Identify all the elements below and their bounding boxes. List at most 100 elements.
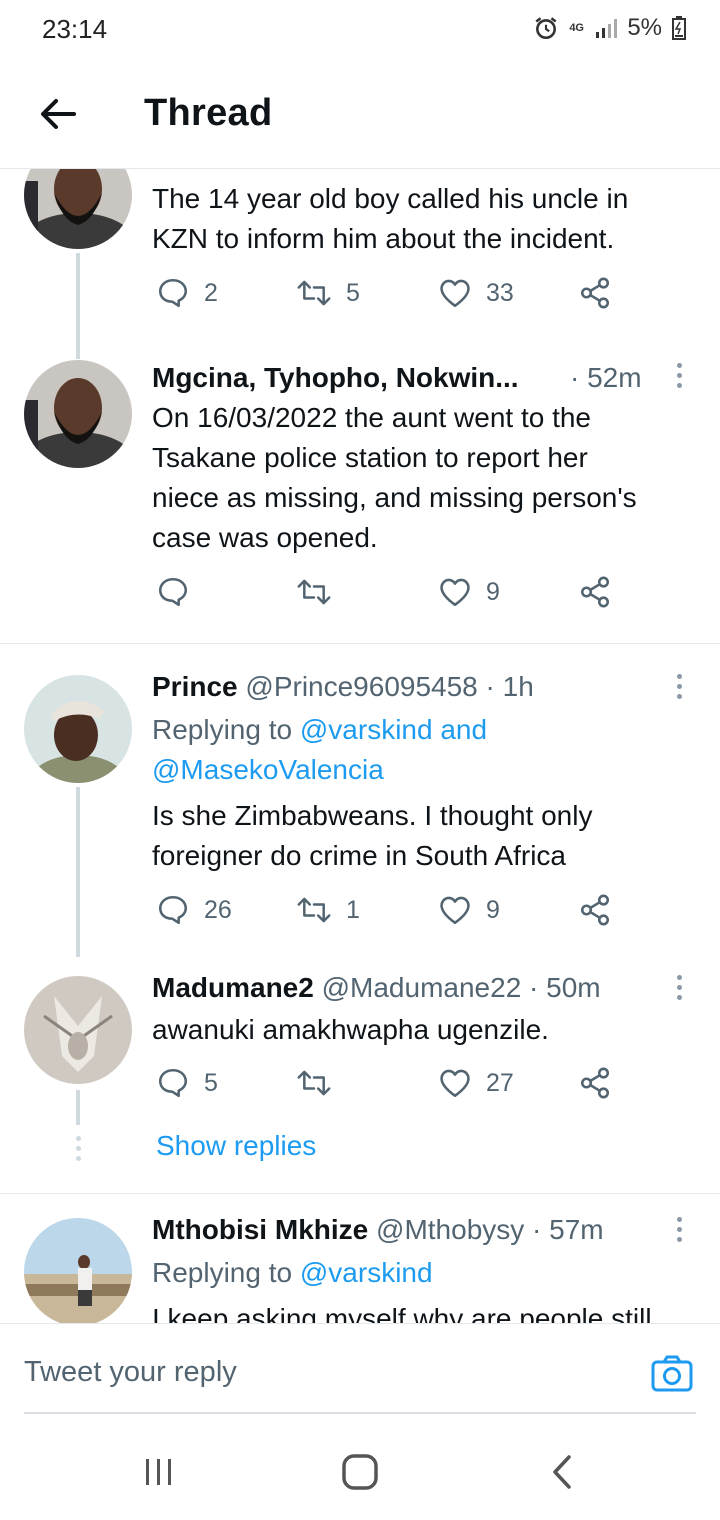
retweet-button[interactable] — [296, 1066, 332, 1100]
share-icon — [580, 1067, 610, 1099]
avatar[interactable] — [24, 675, 132, 783]
tweet-text-line: Tsakane police station to report her — [152, 442, 588, 473]
like-count: 9 — [486, 895, 500, 924]
tweet-text-line: KZN to inform him about the incident. — [152, 223, 615, 254]
thread-line — [76, 253, 80, 359]
reply-icon — [158, 577, 188, 607]
author-handle[interactable]: @Prince96095458 — [245, 671, 477, 702]
retweet-count: 5 — [346, 278, 360, 307]
author-name[interactable]: Mthobisi Mkhize — [152, 1214, 368, 1245]
show-replies-link[interactable]: Show replies — [156, 1130, 316, 1162]
more-options-button[interactable] — [674, 363, 684, 393]
reply-input[interactable]: Tweet your reply — [24, 1356, 237, 1389]
replying-to: Replying to @varskind and — [152, 710, 487, 750]
camera-icon — [651, 1355, 693, 1392]
tweet-text-line: niece as missing, and missing person's — [152, 482, 637, 513]
tweet-actions: 5 27 — [152, 1066, 632, 1106]
mention-link[interactable]: @MasekoValencia — [152, 750, 384, 790]
battery-icon — [672, 16, 686, 40]
share-icon — [580, 576, 610, 608]
page-title: Thread — [144, 92, 273, 134]
nav-back-icon — [553, 1455, 571, 1489]
reply-count: 26 — [204, 895, 232, 924]
like-button[interactable]: 27 — [438, 1066, 514, 1100]
retweet-button[interactable]: 1 — [296, 893, 360, 927]
reply-icon — [158, 278, 188, 308]
tweet-text-line: The 14 year old boy called his uncle in — [152, 183, 629, 214]
reply-button[interactable]: 5 — [156, 1066, 218, 1100]
tweet-actions: 26 1 9 — [152, 893, 632, 933]
retweet-button[interactable] — [296, 575, 332, 609]
tweet-time: · 57m — [532, 1214, 604, 1245]
home-icon — [342, 1454, 378, 1490]
avatar[interactable] — [24, 1218, 132, 1323]
reply-button[interactable]: 26 — [156, 893, 232, 927]
tweet-text-line: awanuki amakhwapha ugenzile. — [152, 1014, 549, 1045]
author-name[interactable]: Prince — [152, 671, 238, 702]
tweet-author[interactable]: Madumane2 @Madumane22 · 50m — [152, 970, 601, 1006]
like-count: 33 — [486, 278, 514, 307]
share-button[interactable] — [578, 276, 612, 310]
author-name[interactable]: Madumane2 — [152, 972, 314, 1003]
more-options-button[interactable] — [674, 975, 684, 1005]
heart-icon — [440, 578, 470, 607]
recent-apps-button[interactable] — [144, 1456, 174, 1493]
network-type: 4G — [569, 21, 584, 34]
reply-button[interactable]: 2 — [156, 276, 218, 310]
author-handle[interactable]: @Mthobysy — [376, 1214, 524, 1245]
tweet-text-line: Is she Zimbabweans. I thought only — [152, 800, 593, 831]
heart-icon — [440, 279, 470, 308]
author-name[interactable]: Mgcina, Tyhopho, Nokwin... — [152, 362, 519, 393]
share-icon — [580, 894, 610, 926]
conversation-divider — [0, 1193, 720, 1194]
compose-underline — [24, 1412, 696, 1414]
tweet-time: · 50m — [529, 972, 601, 1003]
retweet-icon — [297, 280, 331, 306]
reply-icon — [158, 1068, 188, 1098]
recent-apps-icon — [146, 1459, 171, 1485]
tweet-time: · 1h — [485, 671, 534, 702]
avatar[interactable] — [24, 360, 132, 468]
like-button[interactable]: 9 — [438, 575, 500, 609]
back-button[interactable] — [36, 92, 80, 136]
retweet-icon — [297, 897, 331, 923]
nav-back-button[interactable] — [550, 1454, 574, 1495]
reply-button[interactable] — [156, 575, 190, 609]
tweet-author[interactable]: Mgcina, Tyhopho, Nokwin... — [152, 360, 519, 396]
thread-continuation-dots — [73, 1136, 83, 1166]
reply-count: 5 — [204, 1068, 218, 1097]
tweet-text-line: case was opened. — [152, 522, 378, 553]
tweet-author[interactable]: Prince @Prince96095458 · 1h — [152, 669, 534, 705]
mention-link[interactable]: @varskind and — [300, 714, 487, 745]
reply-count: 2 — [204, 278, 218, 307]
retweet-icon — [297, 579, 331, 605]
tweet-text-line: I keep asking myself why are people stil… — [152, 1303, 652, 1323]
avatar[interactable] — [24, 976, 132, 1084]
thread-feed[interactable]: The 14 year old boy called his uncle in … — [0, 169, 720, 1323]
more-options-button[interactable] — [674, 674, 684, 704]
like-count: 27 — [486, 1068, 514, 1097]
share-button[interactable] — [578, 893, 612, 927]
more-options-button[interactable] — [674, 1217, 684, 1247]
like-button[interactable]: 9 — [438, 893, 500, 927]
share-button[interactable] — [578, 1066, 612, 1100]
retweet-icon — [297, 1070, 331, 1096]
tweet-time: · 52m — [570, 362, 642, 393]
replying-to-label: Replying to — [152, 1257, 293, 1288]
thread-line — [76, 1090, 80, 1125]
tweet-author[interactable]: Mthobisi Mkhize @Mthobysy · 57m — [152, 1212, 604, 1248]
mention-link[interactable]: @varskind — [300, 1257, 433, 1288]
share-button[interactable] — [578, 575, 612, 609]
thread-line — [76, 787, 80, 957]
author-handle[interactable]: @Madumane22 — [322, 972, 522, 1003]
retweet-button[interactable]: 5 — [296, 276, 360, 310]
share-icon — [580, 277, 610, 309]
home-button[interactable] — [340, 1452, 380, 1497]
avatar[interactable] — [24, 169, 132, 249]
camera-button[interactable] — [650, 1352, 694, 1396]
arrow-left-icon — [41, 99, 76, 129]
replying-to: Replying to @varskind — [152, 1253, 433, 1293]
alarm-icon — [535, 17, 557, 40]
like-button[interactable]: 33 — [438, 276, 514, 310]
status-time: 23:14 — [42, 14, 108, 44]
